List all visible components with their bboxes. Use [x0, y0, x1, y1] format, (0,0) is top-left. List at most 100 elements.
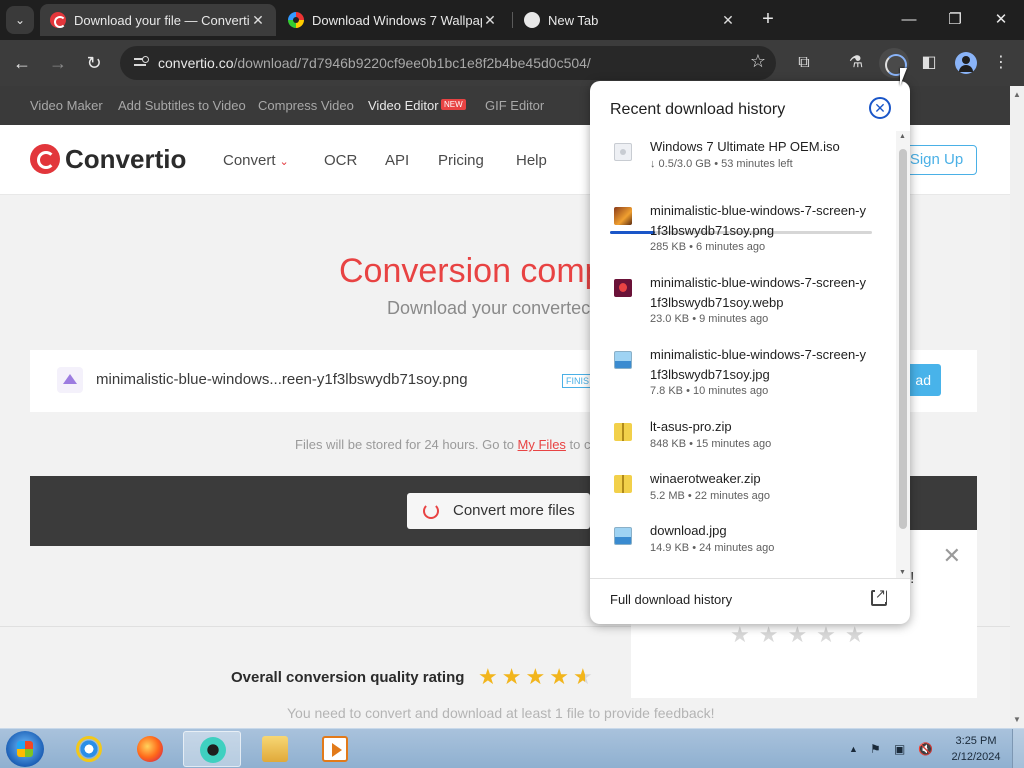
- download-item[interactable]: minimalistic-blue-windows-7-screen-y1f3l…: [590, 345, 896, 415]
- feedback-note: You need to convert and download at leas…: [287, 705, 715, 721]
- download-item[interactable]: winaerotweaker.zip 5.2 MB • 22 minutes a…: [590, 469, 896, 519]
- download-meta: 285 KB • 6 minutes ago: [650, 241, 766, 253]
- download-meta: 14.9 KB • 24 minutes ago: [650, 542, 775, 554]
- tab-wallpapers[interactable]: Download Windows 7 Wallpapers ✕: [278, 4, 508, 36]
- network-icon[interactable]: ▣: [894, 742, 905, 756]
- scroll-up-icon[interactable]: ▲: [1013, 90, 1021, 99]
- scrollbar-thumb[interactable]: [899, 149, 907, 529]
- tab-close-icon[interactable]: ✕: [482, 12, 498, 29]
- window-close-button[interactable]: ✕: [978, 6, 1024, 34]
- labs-flask-icon[interactable]: ⚗: [843, 50, 869, 76]
- scroll-up-icon[interactable]: ▲: [899, 133, 906, 140]
- nav-help[interactable]: Help: [516, 152, 547, 169]
- tab-strip: ⌄ Download your file — Convertio ✕ Downl…: [0, 0, 1024, 40]
- nav-api[interactable]: API: [385, 152, 409, 169]
- restore-button[interactable]: ❐: [932, 6, 978, 34]
- download-list: Windows 7 Ultimate HP OEM.iso ↓ 0.5/3.0 …: [590, 131, 896, 578]
- nav-convert[interactable]: Convert ⌄: [223, 152, 289, 169]
- taskbar-internet-explorer[interactable]: [60, 731, 118, 767]
- minimize-button[interactable]: —: [886, 6, 932, 34]
- download-name: download.jpg: [650, 523, 727, 538]
- chevron-down-icon: ⌄: [14, 13, 26, 27]
- star-icon: ★: [478, 664, 502, 689]
- page-scrollbar[interactable]: ▲ ▼: [1010, 86, 1024, 728]
- download-item[interactable]: Windows 7 Ultimate HP OEM.iso ↓ 0.5/3.0 …: [590, 131, 896, 234]
- action-center-flag-icon[interactable]: ⚑: [870, 742, 881, 756]
- back-button[interactable]: ←: [9, 50, 35, 76]
- download-item[interactable]: minimalistic-blue-windows-7-screen-y1f3l…: [590, 273, 896, 343]
- new-tab-button[interactable]: +: [756, 8, 780, 32]
- half-star-icon: ★: [572, 664, 597, 689]
- tray-expand-icon[interactable]: ▲: [849, 744, 858, 754]
- reload-button[interactable]: ↻: [81, 50, 107, 76]
- link-add-subtitles[interactable]: Add Subtitles to Video: [118, 98, 246, 113]
- extensions-icon[interactable]: ⧉: [791, 50, 817, 76]
- taskbar-media-player[interactable]: [306, 731, 364, 767]
- tab-convertio[interactable]: Download your file — Convertio ✕: [40, 4, 276, 36]
- feedback-title-fragment: !: [910, 570, 915, 587]
- open-external-icon[interactable]: [871, 586, 887, 606]
- address-bar[interactable]: convertio.co/download/7d7946b9220cf9ee0b…: [120, 46, 776, 80]
- start-button[interactable]: [6, 731, 44, 767]
- file-name: minimalistic-blue-windows...reen-y1f3lbs…: [96, 371, 468, 388]
- folder-icon: [262, 736, 288, 762]
- my-files-link[interactable]: My Files: [518, 437, 566, 452]
- status-badge: FINIS: [562, 374, 594, 388]
- download-item[interactable]: lt-asus-pro.zip 848 KB • 15 minutes ago: [590, 417, 896, 467]
- nav-pricing[interactable]: Pricing: [438, 152, 484, 169]
- scroll-down-icon[interactable]: ▼: [899, 569, 906, 576]
- download-item[interactable]: minimalistic-blue-windows-7-screen-y1f3l…: [590, 201, 896, 271]
- bookmark-star-icon[interactable]: ☆: [750, 51, 766, 72]
- link-compress-video[interactable]: Compress Video: [258, 98, 354, 113]
- nav-ocr[interactable]: OCR: [324, 152, 357, 169]
- full-history-row[interactable]: Full download history: [590, 578, 910, 624]
- tab-close-icon[interactable]: ✕: [250, 12, 266, 29]
- convertio-logo-icon[interactable]: [30, 144, 60, 174]
- scroll-down-icon[interactable]: ▼: [1013, 715, 1021, 724]
- refresh-icon: [423, 503, 439, 519]
- profile-avatar-icon[interactable]: [955, 52, 977, 74]
- storage-text-suffix: to c: [565, 437, 591, 452]
- show-desktop-button[interactable]: [1012, 729, 1024, 768]
- star-icon: ★: [549, 664, 573, 689]
- feedback-star-rating[interactable]: ★★★★★: [730, 622, 874, 648]
- download-name: lt-asus-pro.zip: [650, 419, 732, 434]
- tab-title: New Tab: [548, 12, 599, 28]
- zip-file-icon: [614, 475, 632, 493]
- download-list-scrollbar[interactable]: ▲ ▼: [896, 131, 910, 578]
- site-logo[interactable]: Convertio: [65, 144, 186, 175]
- volume-muted-icon[interactable]: 🔇: [918, 742, 933, 756]
- wallpaper-favicon-icon: [288, 12, 304, 28]
- side-panel-icon[interactable]: ◧: [916, 50, 942, 76]
- site-settings-icon[interactable]: [132, 54, 150, 72]
- convert-more-button[interactable]: Convert more files: [407, 493, 590, 529]
- taskbar-explorer[interactable]: [246, 731, 304, 767]
- convert-more-label: Convert more files: [453, 502, 575, 519]
- taskbar-firefox[interactable]: [121, 731, 179, 767]
- taskbar-chrome[interactable]: [183, 731, 241, 767]
- page-subtitle: Download your convertec: [387, 298, 591, 318]
- full-history-link[interactable]: Full download history: [610, 592, 732, 607]
- url-text: convertio.co/download/7d7946b9220cf9ee0b…: [158, 55, 591, 71]
- webp-file-icon: [614, 279, 632, 297]
- download-meta: 7.8 KB • 10 minutes ago: [650, 385, 769, 397]
- forward-button[interactable]: →: [45, 50, 71, 76]
- close-icon[interactable]: ✕: [869, 97, 891, 119]
- download-name: minimalistic-blue-windows-7-screen-y1f3l…: [650, 347, 866, 382]
- link-video-maker[interactable]: Video Maker: [30, 98, 103, 113]
- tab-close-icon[interactable]: ✕: [720, 12, 736, 29]
- close-icon[interactable]: ✕: [943, 543, 961, 569]
- taskbar-clock[interactable]: 3:25 PM 2/12/2024: [948, 733, 1004, 765]
- link-gif-editor[interactable]: GIF Editor: [485, 98, 544, 113]
- tab-search-button[interactable]: ⌄: [6, 6, 34, 34]
- chrome-menu-icon[interactable]: ⋮: [988, 50, 1014, 76]
- chevron-down-icon: ⌄: [279, 156, 289, 168]
- tab-separator: [512, 12, 513, 28]
- tab-new-tab[interactable]: New Tab ✕: [514, 4, 746, 36]
- download-item[interactable]: download.jpg 14.9 KB • 24 minutes ago: [590, 521, 896, 571]
- new-badge: NEW: [441, 99, 466, 110]
- windows-taskbar: ▲ ⚑ ▣ 🔇 3:25 PM 2/12/2024: [0, 728, 1024, 768]
- link-video-editor[interactable]: Video Editor: [368, 98, 439, 113]
- nav-label: Convert: [223, 152, 276, 169]
- storage-text: Files will be stored for 24 hours. Go to…: [295, 437, 591, 452]
